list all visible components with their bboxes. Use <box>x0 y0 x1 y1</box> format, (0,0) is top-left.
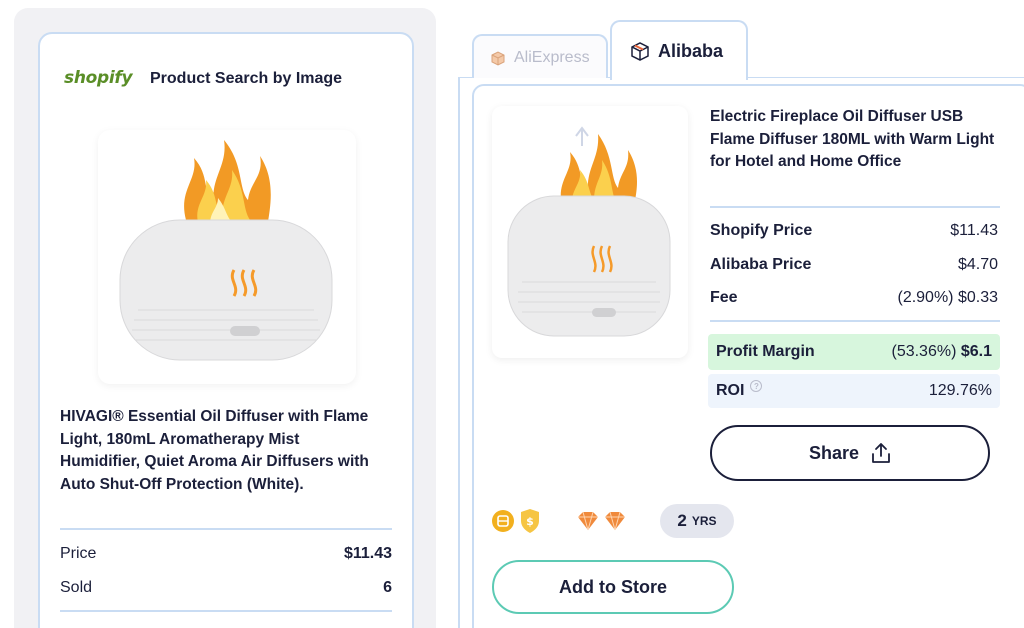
diamond-icon[interactable] <box>603 510 627 532</box>
alibaba-product-image[interactable] <box>492 106 688 358</box>
aliexpress-box-icon <box>491 51 505 66</box>
alibaba-box-icon <box>631 42 649 61</box>
supplier-years-badge: 2 YRS <box>660 504 734 538</box>
add-to-store-button[interactable]: Add to Store <box>492 560 734 614</box>
alibaba-product-title[interactable]: Electric Fireplace Oil Diffuser USB Flam… <box>710 106 1010 174</box>
shopify-logo: shopify <box>64 68 133 88</box>
divider <box>710 320 1000 322</box>
roi-label: ROI <box>716 382 745 399</box>
fee-label: Fee <box>710 289 738 306</box>
profit-margin-amount: $6.1 <box>960 343 992 360</box>
svg-text:$: $ <box>526 515 534 528</box>
sold-value: 6 <box>383 579 392 596</box>
roi-value: 129.76% <box>928 382 992 399</box>
tab-aliexpress-label: AliExpress <box>514 49 590 66</box>
profit-margin-percent: (53.36%) <box>891 343 957 360</box>
diamond-icon[interactable] <box>576 510 600 532</box>
tab-alibaba[interactable]: Alibaba <box>610 20 748 83</box>
share-button-label: Share <box>808 442 860 463</box>
alibaba-price-row: Alibaba Price $4.70 <box>710 255 998 275</box>
sold-row: Sold 6 <box>60 578 392 598</box>
price-row: Price $11.43 <box>60 544 392 564</box>
roi-label-group: ROI ? <box>716 380 763 400</box>
diffuser-image <box>119 140 333 361</box>
divider <box>60 610 392 612</box>
tab-alibaba-label: Alibaba <box>658 40 724 61</box>
divider <box>710 206 1000 208</box>
add-to-store-label: Add to Store <box>559 576 667 597</box>
years-number: 2 <box>677 511 687 530</box>
shopify-product-title: HIVAGI® Essential Oil Diffuser with Flam… <box>60 408 369 493</box>
price-label: Price <box>60 545 97 562</box>
years-unit: YRS <box>691 514 717 528</box>
diffuser-image <box>507 126 671 337</box>
gold-supplier-icon[interactable] <box>490 508 516 534</box>
profit-margin-label: Profit Margin <box>716 343 815 360</box>
question-circle-icon[interactable]: ? <box>750 380 763 392</box>
share-button[interactable]: Share <box>710 425 990 481</box>
alibaba-price-value: $4.70 <box>957 256 998 273</box>
profit-margin-value: (53.36%) $6.1 <box>891 343 992 361</box>
profit-margin-row: Profit Margin (53.36%) $6.1 <box>708 334 1000 370</box>
trade-assurance-icon[interactable]: $ <box>518 507 542 535</box>
tab-aliexpress[interactable]: AliExpress <box>472 34 608 80</box>
alibaba-price-label: Alibaba Price <box>710 256 812 273</box>
price-value: $11.43 <box>343 545 392 562</box>
roi-row: ROI ? 129.76% <box>708 374 1000 408</box>
shopify-price-row: Shopify Price $11.43 <box>710 221 998 241</box>
sold-label: Sold <box>60 579 93 596</box>
fee-row: Fee (2.90%) $0.33 <box>710 288 998 308</box>
product-search-title: Product Search by Image <box>150 70 343 87</box>
shopify-price-value: $11.43 <box>950 222 998 239</box>
shopify-price-label: Shopify Price <box>710 222 813 239</box>
fee-value: (2.90%) $0.33 <box>897 289 998 306</box>
share-upload-icon <box>872 443 890 463</box>
divider <box>60 528 392 530</box>
tab-active-cover <box>612 79 746 83</box>
shopify-product-image <box>98 130 356 384</box>
shopify-product-card: shopify Product Search by Image HIVAGI® … <box>38 32 414 628</box>
